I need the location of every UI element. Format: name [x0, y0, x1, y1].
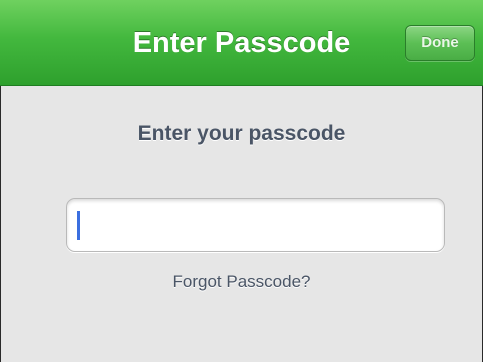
navigation-bar: Enter Passcode Done: [0, 0, 483, 86]
forgot-passcode-link[interactable]: Forgot Passcode?: [0, 272, 483, 292]
passcode-input[interactable]: [66, 198, 445, 252]
done-button[interactable]: Done: [405, 25, 475, 61]
passcode-prompt: Enter your passcode: [137, 122, 346, 145]
text-cursor: [77, 211, 80, 240]
